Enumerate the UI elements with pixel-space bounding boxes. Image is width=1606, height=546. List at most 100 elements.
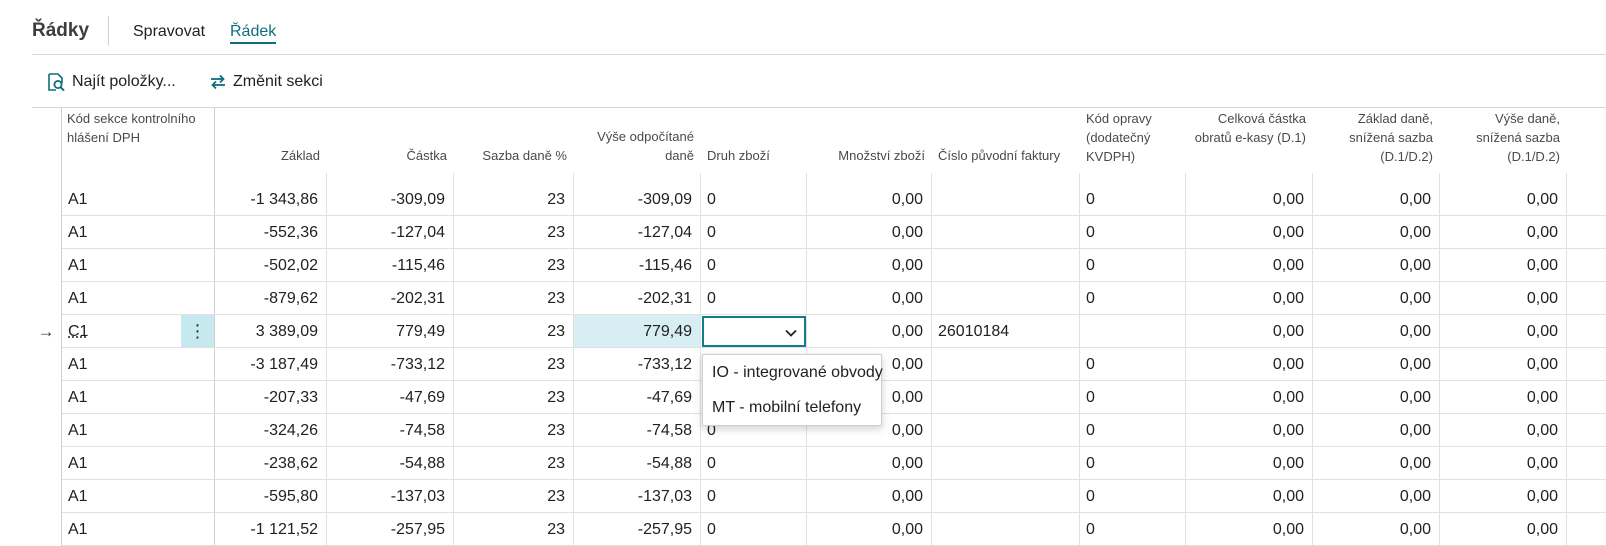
col-tax-rate-cell[interactable]: 23 <box>454 348 573 381</box>
col-amount-cell[interactable]: -733,12 <box>327 348 453 381</box>
col-goods-qty-cell[interactable]: 0,00 <box>807 447 931 480</box>
col-ekasa-total-cell[interactable]: 0,00 <box>1186 282 1312 315</box>
col-base-cell[interactable]: -502,02 <box>215 249 326 282</box>
col-section-code-cell[interactable]: A1 <box>62 513 180 546</box>
tab-manage[interactable]: Spravovat <box>133 23 205 41</box>
col-base-cell[interactable]: -238,62 <box>215 447 326 480</box>
col-original-invoice-cell[interactable] <box>932 513 1079 546</box>
col-deducted-tax-cell[interactable]: -47,69 <box>574 381 700 414</box>
col-base-cell[interactable]: 3 389,09 <box>215 315 326 348</box>
col-tax-reduced-cell[interactable]: 0,00 <box>1440 348 1566 381</box>
col-original-invoice-cell[interactable] <box>932 183 1079 216</box>
col-correction-code-cell[interactable]: 0 <box>1080 249 1185 282</box>
col-section-code-cell[interactable]: A1 <box>62 414 180 447</box>
col-deducted-tax-cell[interactable]: 779,49 <box>574 315 700 348</box>
col-amount-cell[interactable]: -257,95 <box>327 513 453 546</box>
col-ekasa-total-cell[interactable]: 0,00 <box>1186 447 1312 480</box>
col-ekasa-total-cell[interactable]: 0,00 <box>1186 348 1312 381</box>
col-tax-rate-cell[interactable]: 23 <box>454 249 573 282</box>
col-ekasa-total-cell[interactable]: 0,00 <box>1186 381 1312 414</box>
col-original-invoice-cell[interactable] <box>932 216 1079 249</box>
col-tax-reduced-header[interactable]: Výše daně, snížená sazba (D.1/D.2) <box>1446 107 1560 173</box>
col-base-cell[interactable]: -324,26 <box>215 414 326 447</box>
col-tax-reduced-cell[interactable]: 0,00 <box>1440 249 1566 282</box>
col-tax-rate-cell[interactable]: 23 <box>454 513 573 546</box>
col-original-invoice-cell[interactable] <box>932 381 1079 414</box>
col-section-code-cell[interactable]: A1 <box>62 381 180 414</box>
col-amount-cell[interactable]: -127,04 <box>327 216 453 249</box>
col-base-reduced-cell[interactable]: 0,00 <box>1313 480 1439 513</box>
col-base-reduced-cell[interactable]: 0,00 <box>1313 282 1439 315</box>
col-goods-type-header[interactable]: Druh zboží <box>707 107 800 173</box>
col-tax-reduced-cell[interactable]: 0,00 <box>1440 282 1566 315</box>
col-goods-type-cell[interactable]: 0 <box>701 216 806 249</box>
col-goods-type-cell[interactable]: 0 <box>701 282 806 315</box>
col-goods-qty-cell[interactable]: 0,00 <box>807 249 931 282</box>
dropdown-option[interactable]: MT - mobilní telefony <box>703 390 881 425</box>
col-base-reduced-cell[interactable]: 0,00 <box>1313 216 1439 249</box>
col-ekasa-total-header[interactable]: Celková částka obratů e-kasy (D.1) <box>1192 107 1306 173</box>
col-correction-code-cell[interactable]: 0 <box>1080 480 1185 513</box>
col-section-code-cell[interactable]: A1 <box>62 216 180 249</box>
col-correction-code-cell[interactable]: 0 <box>1080 513 1185 546</box>
col-ekasa-total-cell[interactable]: 0,00 <box>1186 315 1312 348</box>
col-tax-rate-cell[interactable]: 23 <box>454 282 573 315</box>
col-amount-header[interactable]: Částka <box>333 107 447 173</box>
col-correction-code-cell[interactable]: 0 <box>1080 381 1185 414</box>
col-tax-rate-cell[interactable]: 23 <box>454 447 573 480</box>
change-section-button[interactable]: Změnit sekci <box>209 70 323 94</box>
col-amount-cell[interactable]: -202,31 <box>327 282 453 315</box>
col-goods-type-cell[interactable]: 0 <box>701 249 806 282</box>
col-original-invoice-cell[interactable] <box>932 480 1079 513</box>
col-tax-reduced-cell[interactable]: 0,00 <box>1440 513 1566 546</box>
col-amount-cell[interactable]: -115,46 <box>327 249 453 282</box>
col-tax-reduced-cell[interactable]: 0,00 <box>1440 414 1566 447</box>
col-tax-rate-header[interactable]: Sazba daně % <box>460 107 567 173</box>
col-amount-cell[interactable]: -137,03 <box>327 480 453 513</box>
col-correction-code-cell[interactable]: 0 <box>1080 414 1185 447</box>
col-tax-reduced-cell[interactable]: 0,00 <box>1440 216 1566 249</box>
col-ekasa-total-cell[interactable]: 0,00 <box>1186 480 1312 513</box>
find-entries-button[interactable]: Najít položky... <box>46 70 176 94</box>
col-tax-reduced-cell[interactable]: 0,00 <box>1440 315 1566 348</box>
more-vertical-icon[interactable]: ⋮ <box>181 315 214 348</box>
col-section-code-cell[interactable]: A1 <box>62 183 180 216</box>
col-amount-cell[interactable]: -54,88 <box>327 447 453 480</box>
col-section-code-cell[interactable]: A1 <box>62 249 180 282</box>
tab-line[interactable]: Řádek <box>230 23 277 44</box>
col-original-invoice-cell[interactable] <box>932 282 1079 315</box>
col-deducted-tax-cell[interactable]: -309,09 <box>574 183 700 216</box>
col-goods-qty-cell[interactable]: 0,00 <box>807 513 931 546</box>
col-correction-code-cell[interactable]: 0 <box>1080 348 1185 381</box>
col-base-cell[interactable]: -3 187,49 <box>215 348 326 381</box>
col-tax-rate-cell[interactable]: 23 <box>454 381 573 414</box>
col-ekasa-total-cell[interactable]: 0,00 <box>1186 216 1312 249</box>
table-row[interactable]: A1 -595,80 -137,03 23 -137,03 0 0,00 0 0,00 0,00 0… <box>32 480 1606 513</box>
col-section-code-cell[interactable]: C1 <box>62 315 180 348</box>
col-base-reduced-cell[interactable]: 0,00 <box>1313 183 1439 216</box>
col-goods-qty-cell[interactable]: 0,00 <box>807 183 931 216</box>
col-base-cell[interactable]: -879,62 <box>215 282 326 315</box>
col-deducted-tax-cell[interactable]: -74,58 <box>574 414 700 447</box>
col-base-reduced-header[interactable]: Základ daně, snížená sazba (D.1/D.2) <box>1319 107 1433 173</box>
col-tax-reduced-cell[interactable]: 0,00 <box>1440 447 1566 480</box>
col-base-reduced-cell[interactable]: 0,00 <box>1313 414 1439 447</box>
table-row[interactable]: A1 -502,02 -115,46 23 -115,46 0 0,00 0 0,00 0,00 0… <box>32 249 1606 282</box>
col-base-reduced-cell[interactable]: 0,00 <box>1313 249 1439 282</box>
col-original-invoice-cell[interactable] <box>932 249 1079 282</box>
table-row[interactable]: A1 -238,62 -54,88 23 -54,88 0 0,00 0 0,00 0,00 0,0… <box>32 447 1606 480</box>
table-row[interactable]: A1 -1 121,52 -257,95 23 -257,95 0 0,00 0 0,00 0,0… <box>32 513 1606 546</box>
col-ekasa-total-cell[interactable]: 0,00 <box>1186 414 1312 447</box>
col-goods-type-cell[interactable]: 0 <box>701 480 806 513</box>
table-row[interactable]: A1 -879,62 -202,31 23 -202,31 0 0,00 0 0,00 0,00 0… <box>32 282 1606 315</box>
col-goods-type-cell[interactable]: 0 <box>701 447 806 480</box>
col-goods-type-cell[interactable]: 0 <box>701 183 806 216</box>
col-base-cell[interactable]: -595,80 <box>215 480 326 513</box>
col-base-reduced-cell[interactable]: 0,00 <box>1313 348 1439 381</box>
col-original-invoice-header[interactable]: Číslo původní faktury <box>938 107 1073 173</box>
col-original-invoice-cell[interactable] <box>932 447 1079 480</box>
col-tax-rate-cell[interactable]: 23 <box>454 414 573 447</box>
col-correction-code-cell[interactable]: 0 <box>1080 183 1185 216</box>
col-base-cell[interactable]: -207,33 <box>215 381 326 414</box>
col-amount-cell[interactable]: -47,69 <box>327 381 453 414</box>
